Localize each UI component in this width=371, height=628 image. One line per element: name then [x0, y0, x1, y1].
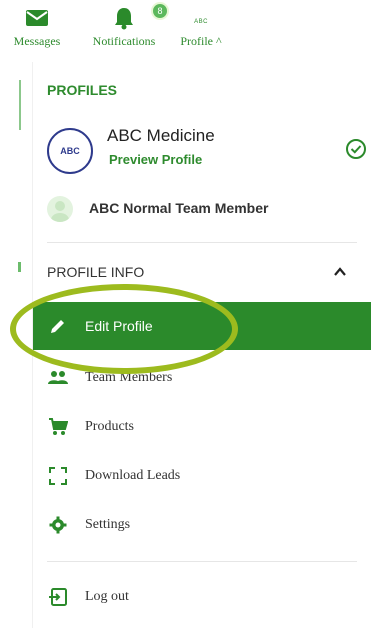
menu-settings[interactable]: Settings [33, 501, 371, 549]
bell-icon: 8 [113, 2, 169, 30]
nav-profile[interactable]: ABC Profile ^ [170, 6, 232, 49]
menu-edit-profile-label: Edit Profile [85, 318, 153, 334]
menu-team-members-label: Team Members [85, 370, 173, 385]
current-profile[interactable]: ABC ABC Medicine Preview Profile [47, 122, 367, 182]
nav-notifications-label: Notifications [92, 34, 156, 48]
chevron-up-icon[interactable] [333, 266, 347, 278]
divider [47, 242, 357, 243]
profile-dropdown-panel: PROFILES ABC ABC Medicine Preview Profil… [32, 62, 371, 628]
profile-name: ABC Medicine [107, 126, 215, 145]
profile-avatar: ABC [47, 128, 93, 174]
people-icon [47, 367, 69, 389]
menu-logout[interactable]: Log out [33, 573, 371, 621]
fullscreen-icon [47, 465, 69, 487]
menu-edit-profile[interactable]: Edit Profile [33, 302, 371, 350]
menu-team-members[interactable]: Team Members [33, 354, 371, 402]
preview-profile-link[interactable]: Preview Profile [109, 152, 202, 167]
nav-messages[interactable]: Messages [0, 6, 82, 49]
check-circle-icon [346, 139, 366, 159]
edge-accent-dot [18, 262, 21, 272]
member-avatar [47, 196, 73, 222]
nav-profile-label: Profile ^ [180, 34, 222, 48]
logout-icon [47, 586, 69, 608]
profile-logo: ABC [194, 6, 208, 30]
divider [47, 561, 357, 562]
cart-icon [47, 416, 69, 438]
team-member-profile[interactable]: ABC Normal Team Member [47, 194, 367, 224]
profile-info-title: PROFILE INFO [47, 264, 145, 280]
menu-settings-label: Settings [85, 517, 131, 532]
profile-logo-text: ABC [194, 19, 208, 25]
menu-products[interactable]: Products [33, 403, 371, 451]
member-name: ABC Normal Team Member [89, 200, 269, 216]
nav-messages-label: Messages [13, 34, 61, 48]
edge-accent-line [19, 80, 21, 130]
menu-products-label: Products [85, 419, 134, 434]
menu-download-leads-label: Download Leads [85, 468, 181, 483]
pencil-icon [47, 315, 69, 337]
gear-icon [47, 514, 69, 536]
top-navigation: Messages 8 Notifications ABC Profile ^ [0, 0, 371, 60]
menu-logout-label: Log out [85, 589, 129, 604]
notifications-badge: 8 [151, 2, 169, 20]
profiles-section-title: PROFILES [47, 82, 118, 98]
envelope-icon [25, 6, 49, 30]
menu-download-leads[interactable]: Download Leads [33, 452, 371, 500]
profile-avatar-text: ABC [60, 146, 80, 156]
nav-notifications[interactable]: 8 Notifications [84, 2, 169, 49]
